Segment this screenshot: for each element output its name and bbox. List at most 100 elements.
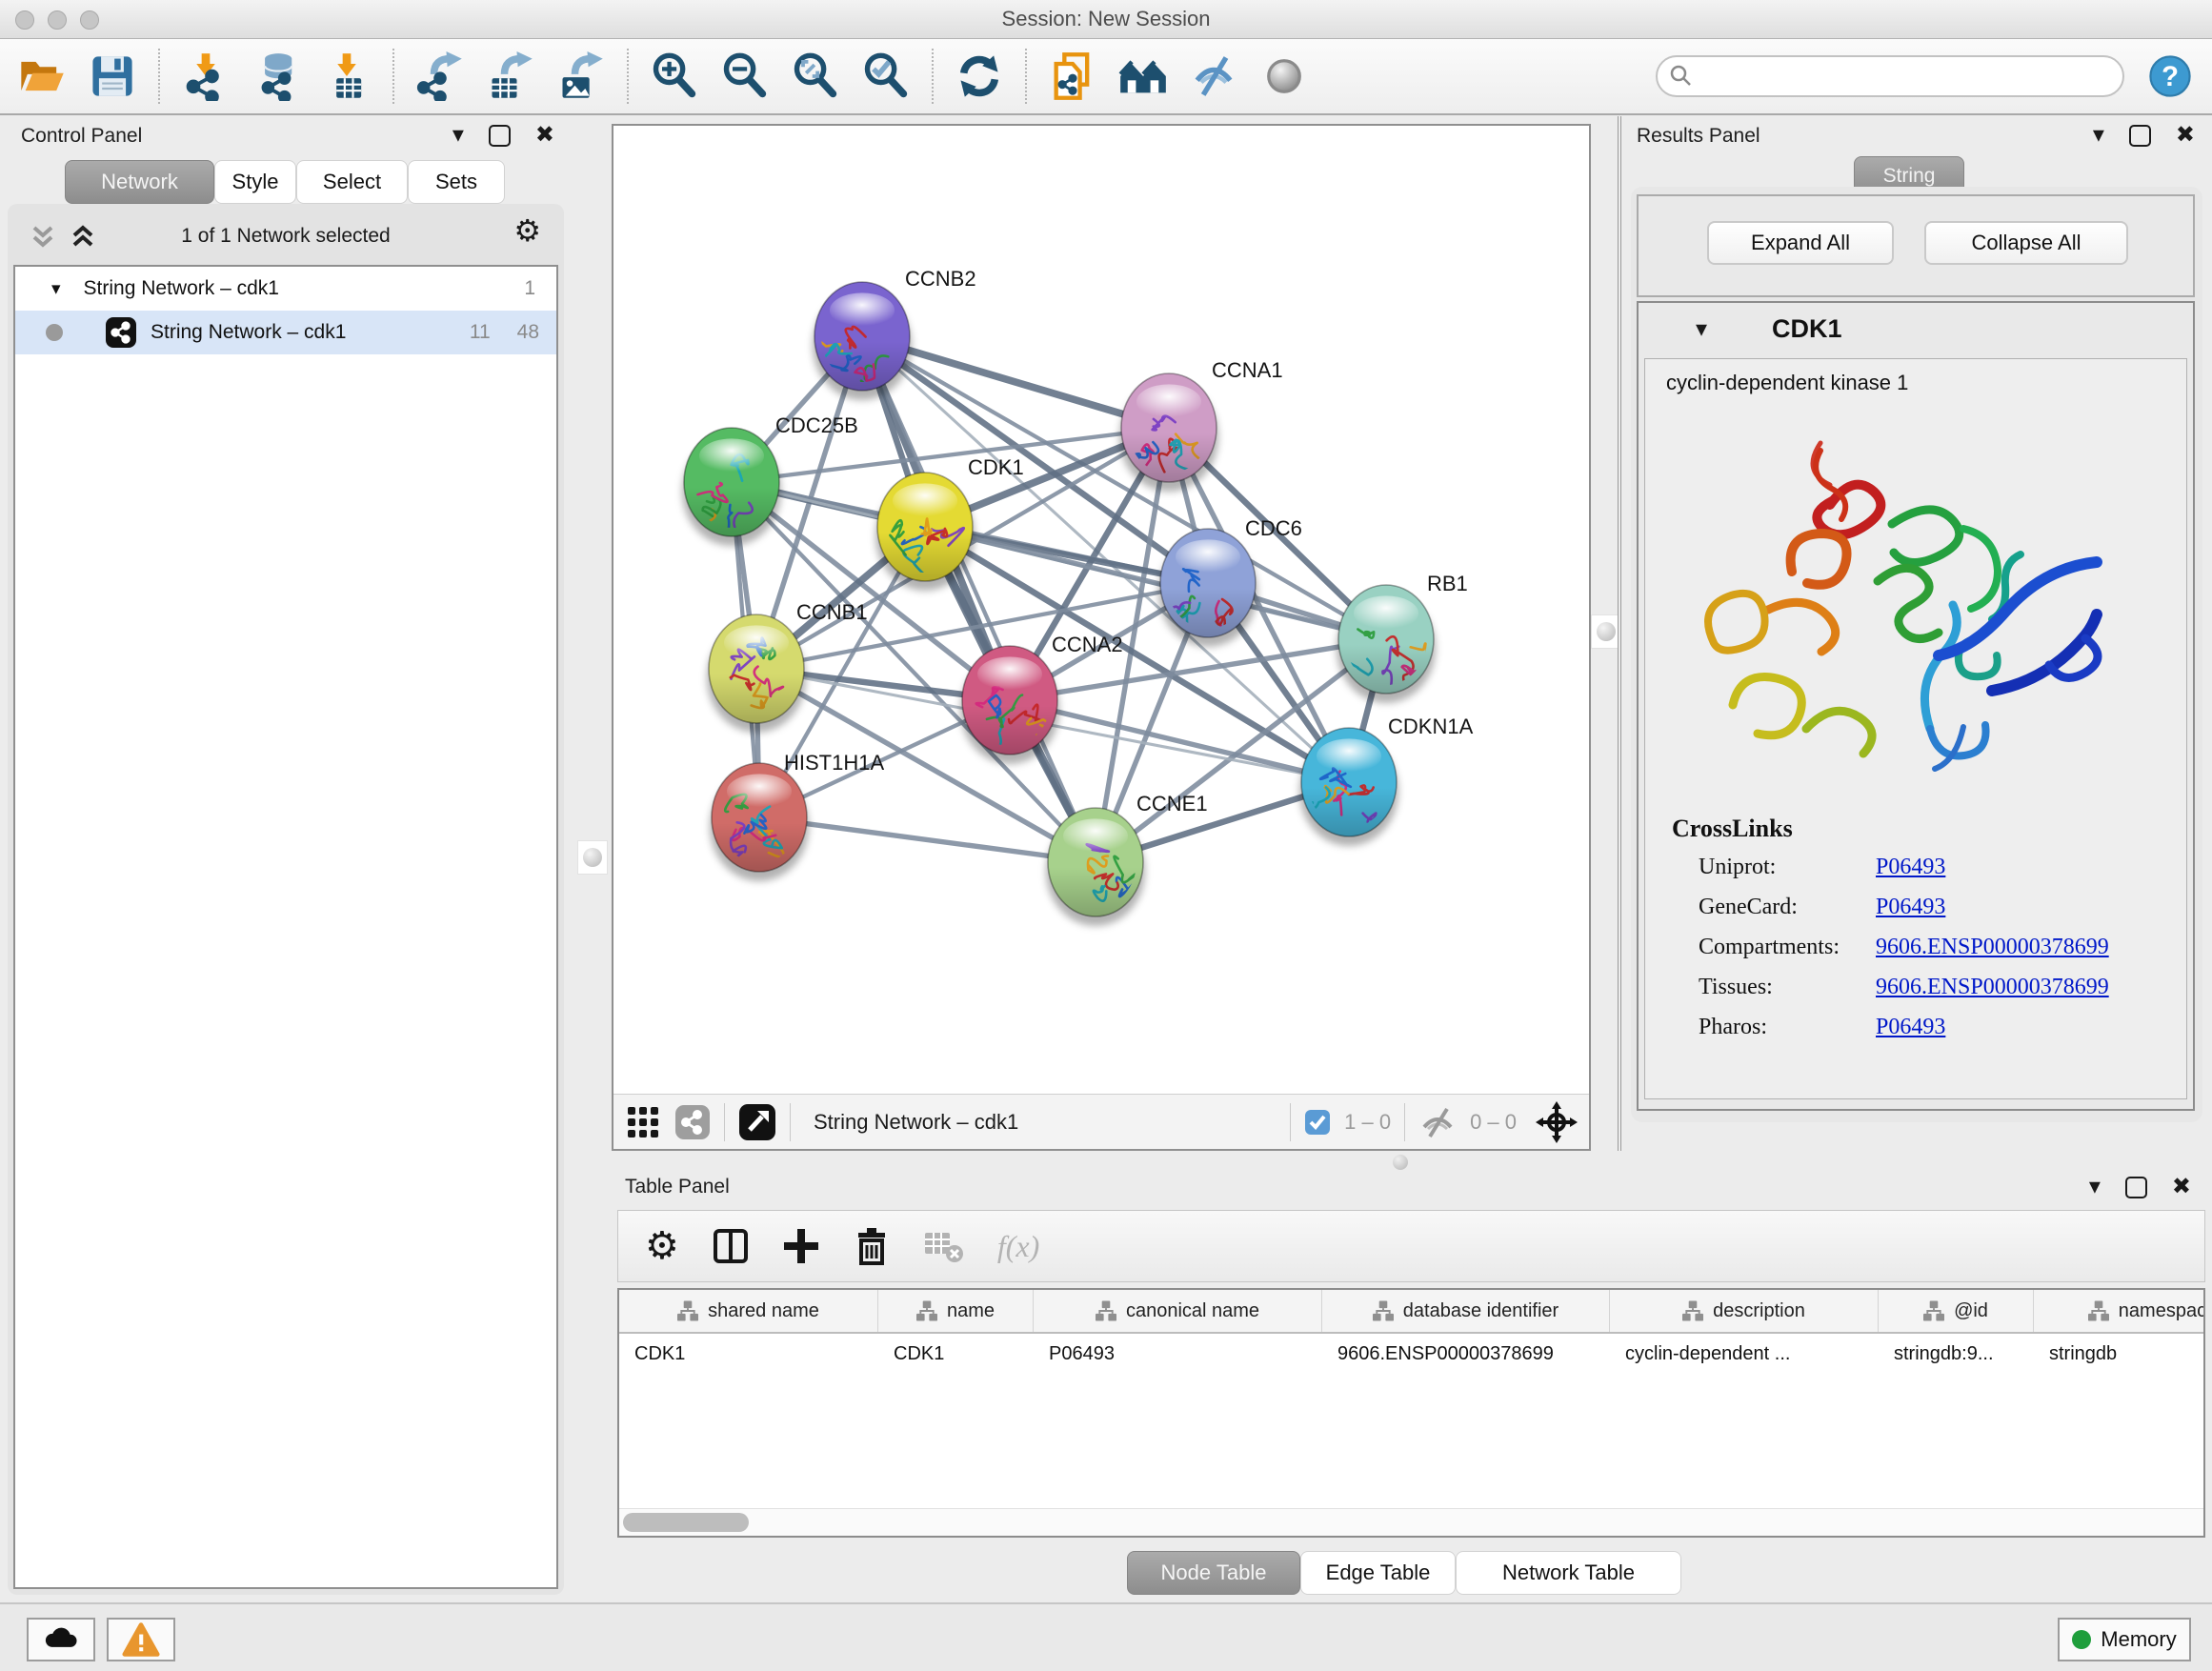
level-of-detail-icon[interactable] (1259, 51, 1309, 101)
delete-column-icon[interactable] (853, 1227, 891, 1265)
memory-label: Memory (2101, 1627, 2176, 1652)
table-panel-float-icon[interactable]: ▾ (2089, 1176, 2101, 1198)
grid-view-icon[interactable] (625, 1104, 661, 1140)
left-splitter-handle[interactable] (577, 840, 608, 875)
table-panel-close-icon[interactable]: ✖ (2172, 1176, 2191, 1198)
network-node[interactable] (1046, 808, 1145, 926)
zoom-in-icon[interactable] (650, 51, 699, 101)
table-panel-maximize-icon[interactable] (2125, 1177, 2147, 1198)
collection-expander-icon[interactable]: ▾ (51, 278, 61, 300)
save-session-icon[interactable] (88, 51, 137, 101)
network-node[interactable] (1147, 529, 1257, 647)
collapse-all-button[interactable]: Collapse All (1924, 221, 2128, 265)
column-header[interactable]: database identifier (1322, 1290, 1610, 1332)
table-row[interactable]: CDK1CDK1P064939606.ENSP00000378699cyclin… (619, 1334, 2203, 1374)
table-horizontal-scrollbar[interactable] (619, 1508, 2203, 1536)
network-view-type-icon[interactable] (674, 1104, 711, 1140)
table-cell[interactable]: stringdb:9... (1879, 1343, 2034, 1365)
annotations-icon[interactable] (1048, 51, 1097, 101)
import-network-from-file-icon[interactable] (181, 51, 231, 101)
birds-eye-view-icon[interactable] (738, 1103, 776, 1141)
column-header[interactable]: shared name (619, 1290, 878, 1332)
warning-icon (122, 1621, 160, 1659)
scrollbar-thumb[interactable] (623, 1513, 749, 1532)
network-node[interactable] (1337, 585, 1436, 703)
export-network-icon[interactable] (415, 51, 465, 101)
network-node[interactable] (812, 282, 912, 400)
node-table[interactable]: shared namenamecanonical namedatabase id… (617, 1288, 2205, 1538)
function-builder-icon[interactable]: f(x) (997, 1229, 1039, 1264)
column-header[interactable]: namespace (2034, 1290, 2205, 1332)
node-result-expander-icon[interactable]: ▾ (1696, 318, 1707, 341)
column-header[interactable]: name (878, 1290, 1034, 1332)
hide-graphics-details-icon[interactable] (1189, 51, 1238, 101)
selected-checkbox-icon[interactable] (1304, 1109, 1331, 1136)
crosslink-link[interactable]: P06493 (1876, 1015, 1945, 1040)
refresh-view-icon[interactable] (955, 51, 1004, 101)
zoom-selected-icon[interactable] (861, 51, 911, 101)
column-header[interactable]: canonical name (1034, 1290, 1322, 1332)
import-network-from-database-icon[interactable] (251, 51, 301, 101)
network-collection-row[interactable]: ▾ String Network – cdk1 1 (15, 267, 556, 311)
tab-network[interactable]: Network (65, 160, 214, 204)
crosslink-link[interactable]: P06493 (1876, 855, 1945, 880)
tab-style[interactable]: Style (214, 160, 296, 204)
network-row[interactable]: String Network – cdk1 11 48 (15, 311, 556, 354)
network-node[interactable] (707, 614, 806, 733)
tab-network-table[interactable]: Network Table (1456, 1551, 1681, 1595)
network-edge[interactable] (862, 336, 1096, 862)
control-panel-maximize-icon[interactable] (489, 125, 511, 147)
table-cell[interactable]: CDK1 (878, 1343, 1034, 1365)
column-header[interactable]: description (1610, 1290, 1879, 1332)
export-image-icon[interactable] (556, 51, 606, 101)
control-panel-close-icon[interactable]: ✖ (535, 124, 554, 147)
network-view[interactable]: CCNB2CCNA1CDC25BCDK1CDC6RB1CCNB1CCNA2CDK… (612, 124, 1591, 1151)
network-home-icon[interactable] (1118, 51, 1168, 101)
search-input[interactable] (1701, 65, 2111, 89)
network-view-title: String Network – cdk1 (814, 1110, 1018, 1135)
warnings-button[interactable] (107, 1618, 175, 1661)
horizontal-splitter-handle[interactable] (1393, 1155, 1408, 1170)
fit-selected-crosshair-icon[interactable] (1536, 1101, 1578, 1143)
results-panel-float-icon[interactable]: ▾ (2093, 124, 2104, 147)
open-session-icon[interactable] (17, 51, 67, 101)
table-cell[interactable]: stringdb (2034, 1343, 2205, 1365)
network-node[interactable] (682, 428, 781, 549)
table-cell[interactable]: 9606.ENSP00000378699 (1322, 1343, 1610, 1365)
cloud-status-button[interactable] (27, 1618, 95, 1661)
search-field[interactable] (1656, 55, 2124, 97)
tab-select[interactable]: Select (296, 160, 408, 204)
table-cell[interactable]: CDK1 (619, 1343, 878, 1365)
crosslink-link[interactable]: 9606.ENSP00000378699 (1876, 975, 2109, 1000)
table-cell[interactable]: P06493 (1034, 1343, 1322, 1365)
network-node[interactable] (1119, 373, 1218, 492)
help-icon[interactable]: ? (2145, 51, 2195, 101)
results-panel-maximize-icon[interactable] (2129, 125, 2151, 147)
network-node[interactable] (1296, 728, 1398, 846)
tab-sets[interactable]: Sets (408, 160, 505, 204)
tab-node-table[interactable]: Node Table (1127, 1551, 1300, 1595)
zoom-fit-icon[interactable] (791, 51, 840, 101)
network-edge[interactable] (759, 817, 1096, 862)
show-columns-icon[interactable] (712, 1227, 750, 1265)
column-header[interactable]: @id (1879, 1290, 2034, 1332)
results-panel-close-icon[interactable]: ✖ (2176, 124, 2195, 147)
crosslink-link[interactable]: 9606.ENSP00000378699 (1876, 935, 2109, 960)
expand-all-button[interactable]: Expand All (1707, 221, 1894, 265)
table-cell[interactable]: cyclin-dependent ... (1610, 1343, 1879, 1365)
network-node[interactable] (875, 473, 975, 591)
crosslink-link[interactable]: P06493 (1876, 895, 1945, 920)
table-settings-gear-icon[interactable]: ⚙ (645, 1227, 679, 1265)
import-table-from-file-icon[interactable] (322, 51, 372, 101)
export-table-icon[interactable] (486, 51, 535, 101)
zoom-out-icon[interactable] (720, 51, 770, 101)
hidden-elements-icon[interactable] (1418, 1106, 1457, 1138)
network-options-gear-icon[interactable]: ⚙ (513, 215, 541, 246)
tab-edge-table[interactable]: Edge Table (1300, 1551, 1456, 1595)
control-panel-float-icon[interactable]: ▾ (452, 124, 464, 147)
memory-button[interactable]: Memory (2058, 1618, 2191, 1661)
create-column-icon[interactable] (782, 1227, 820, 1265)
network-canvas[interactable]: CCNB2CCNA1CDC25BCDK1CDC6RB1CCNB1CCNA2CDK… (613, 126, 1589, 1094)
delete-table-icon[interactable] (923, 1227, 965, 1265)
network-node[interactable] (710, 763, 809, 881)
